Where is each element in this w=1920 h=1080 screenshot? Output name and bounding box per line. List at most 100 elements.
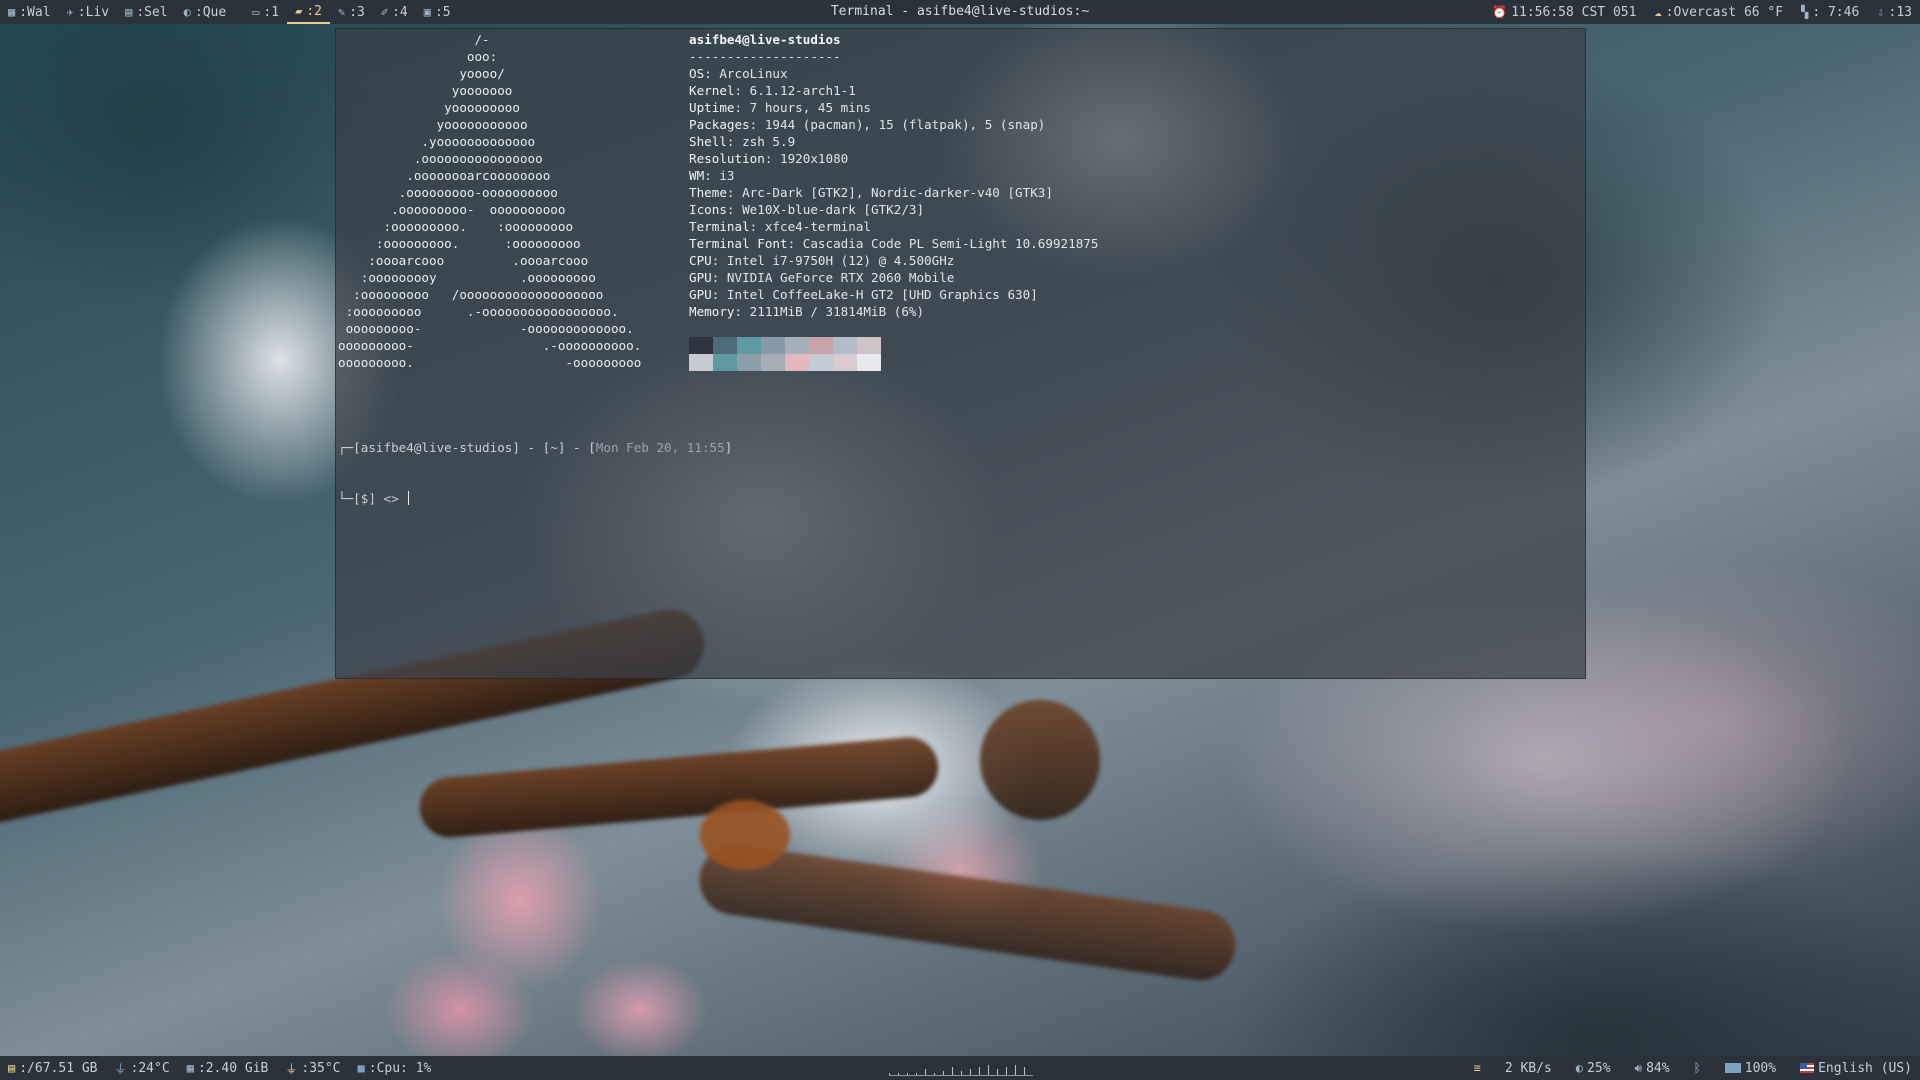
ascii-line: :ooooooooo. :ooooooooo [338, 236, 581, 251]
uptime-module[interactable]: ▚ : 7:46 [1801, 5, 1859, 20]
disk-text: :/67.51 GB [19, 1060, 98, 1076]
workspace-3[interactable]: ◐:Que [176, 0, 235, 24]
sparkline-tick [952, 1067, 953, 1075]
ascii-line: .yooooooooooooo [338, 134, 536, 149]
monitor-icon: ▭ [252, 5, 260, 19]
sparkline-tick [1015, 1065, 1016, 1075]
ascii-line: .ooooooooo-oooooooooo [338, 185, 558, 200]
clock-module[interactable]: ⏰ 11:56:58 CST 051 [1492, 5, 1636, 20]
info-separator: -------------------- [689, 49, 841, 64]
info-key: Uptime [689, 100, 735, 115]
workspace-label: :Liv [77, 4, 110, 20]
ascii-line: :ooooooooy .ooooooooo [338, 270, 596, 285]
ascii-line: ooo: [338, 49, 498, 64]
prompt-prefix: ┌─[asifbe4@live-studios] - [~] - [ [338, 440, 596, 455]
prompt-suffix: ] [724, 440, 733, 455]
workspace-6[interactable]: ✎:3 [330, 0, 373, 24]
info-row: Kernel: 6.1.12-arch1-1 [689, 83, 856, 98]
info-row: Terminal Font: Cascadia Code PL Semi-Lig… [689, 236, 1099, 251]
prompt-line-2[interactable]: └─[$] <> [338, 490, 732, 507]
keyboard-text: English (US) [1818, 1060, 1912, 1076]
color-swatch [857, 354, 881, 371]
terminal-window[interactable]: /- ooo: yoooo/ yooooooo yooooooooo yoooo… [335, 28, 1586, 679]
bottom-left-modules: ▤ :/67.51 GB ⏚ :24°C ▦ :2.40 GiB ⏚ :35°C… [0, 1060, 431, 1077]
thermometer-icon: ⏚ [285, 1061, 298, 1076]
info-key: GPU [689, 287, 712, 302]
info-key: Terminal [689, 219, 750, 234]
info-value: 1944 (pacman), 15 (flatpak), 5 (snap) [764, 117, 1046, 132]
workspace-8[interactable]: ▣:5 [416, 0, 459, 24]
temp-module-2[interactable]: ⏚ :35°C [285, 1060, 340, 1077]
workspace-label: :3 [349, 4, 365, 20]
weather-module[interactable]: ☁ :Overcast 66 °F [1654, 5, 1783, 20]
info-row: Resolution: 1920x1080 [689, 151, 849, 166]
color-palette [689, 337, 881, 371]
brightness-module[interactable]: ◐ 25% [1576, 1061, 1611, 1076]
download-icon: ⇩ [1877, 5, 1885, 19]
cpu-module[interactable]: ■ :Cpu: 1% [358, 1061, 432, 1076]
updates-module[interactable]: ⇩ :13 [1877, 5, 1912, 20]
ascii-line: ooooooooo- -ooooooooooooo. [338, 321, 634, 336]
temp2-text: :35°C [301, 1060, 341, 1076]
info-value: 6.1.12-arch1-1 [749, 83, 856, 98]
info-row: GPU: NVIDIA GeForce RTX 2060 Mobile [689, 270, 955, 285]
memory-module[interactable]: ▦ :2.40 GiB [187, 1061, 269, 1076]
arco-ascii-logo: /- ooo: yoooo/ yooooooo yooooooooo yoooo… [338, 31, 641, 371]
info-value: Cascadia Code PL Semi-Light 10.69921875 [802, 236, 1099, 251]
info-value: Arc-Dark [GTK2], Nordic-darker-v40 [GTK3… [742, 185, 1053, 200]
sparkline-tick [934, 1073, 935, 1075]
network-speed-module[interactable]: 2 KB/s [1505, 1061, 1552, 1076]
folder-icon: ▰ [295, 4, 303, 18]
info-value: Intel CoffeeLake-H GT2 [UHD Graphics 630… [726, 287, 1038, 302]
workspace-list: ▦:Wal ✈:Liv ▤:Sel ◐:Que ▭:1 ▰:2 ✎:3 ✐:4 ▣:5 [0, 0, 459, 24]
workspace-7[interactable]: ✐:4 [373, 0, 416, 24]
top-right-modules: ⏰ 11:56:58 CST 051 ☁ :Overcast 66 °F ▚ :… [1492, 0, 1920, 24]
bluetooth-icon: ᛒ [1693, 1061, 1701, 1075]
sparkline-tick [916, 1073, 917, 1075]
disk-module[interactable]: ▤ :/67.51 GB [8, 1061, 98, 1076]
volume-icon: 🔊︎ [1634, 1060, 1643, 1075]
ascii-line: :ooooooooo .-ooooooooooooooooo. [338, 304, 619, 319]
network-text: 2 KB/s [1504, 1060, 1552, 1076]
shell-prompt[interactable]: ┌─[asifbe4@live-studios] - [~] - [Mon Fe… [338, 405, 732, 541]
top-status-bar: ▦:Wal ✈:Liv ▤:Sel ◐:Que ▭:1 ▰:2 ✎:3 ✐:4 ▣:5 Term… [0, 0, 1920, 24]
image-icon: ▣ [423, 5, 431, 19]
temp-module-1[interactable]: ⏚ :24°C [115, 1060, 170, 1077]
ascii-line: :ooooooooo. :ooooooooo [338, 219, 574, 234]
info-key: Resolution [689, 151, 765, 166]
cpu-text: :Cpu: 1% [368, 1060, 432, 1076]
workspace-1[interactable]: ✈:Liv [59, 0, 118, 24]
info-value: ArcoLinux [719, 66, 788, 81]
ascii-line: .ooooooooo- oooooooooo [338, 202, 566, 217]
rocket-icon: ✈ [66, 5, 74, 19]
color-swatch [809, 354, 833, 371]
ascii-line: :oooarcooo .oooarcooo [338, 253, 589, 268]
volume-module[interactable]: 🔊︎ 84% [1635, 1061, 1670, 1076]
color-swatch [833, 337, 857, 354]
info-key: WM [689, 168, 705, 183]
workspace-5[interactable]: ▰:2 [287, 0, 330, 24]
workspace-0[interactable]: ▦:Wal [0, 0, 59, 24]
info-row: Packages: 1944 (pacman), 15 (flatpak), 5… [689, 117, 1046, 132]
workspace-4[interactable]: ▭:1 [244, 0, 287, 24]
text-cursor [408, 491, 410, 505]
keyboard-layout-module[interactable]: English (US) [1800, 1061, 1912, 1076]
info-value: zsh 5.9 [742, 134, 796, 149]
battery-module[interactable]: 100% [1724, 1061, 1776, 1076]
bottom-right-modules: ≡ 2 KB/s ◐ 25% 🔊︎ 84% ᛒ 100% English (US… [1474, 1061, 1920, 1076]
workspace-2[interactable]: ▤:Sel [117, 0, 176, 24]
info-key: OS [689, 66, 705, 81]
info-key: Theme [689, 185, 727, 200]
info-key: Icons [689, 202, 727, 217]
sparkline-tick [925, 1069, 926, 1075]
bluetooth-module[interactable]: ᛒ [1694, 1061, 1701, 1075]
window-title: Terminal - asifbe4@live-studios:~ [830, 4, 1090, 19]
clock-text: 11:56:58 CST 051 [1511, 4, 1637, 20]
info-value: 7 hours, 45 mins [749, 100, 871, 115]
palette-row-light [689, 354, 881, 371]
cpu-sparkline [889, 1060, 1033, 1076]
pen-icon: ✎ [337, 5, 346, 19]
info-fields: OS: ArcoLinux Kernel: 6.1.12-arch1-1 Uptim… [689, 65, 1098, 320]
network-module[interactable]: ≡ [1474, 1061, 1481, 1075]
info-row: Shell: zsh 5.9 [689, 134, 796, 149]
